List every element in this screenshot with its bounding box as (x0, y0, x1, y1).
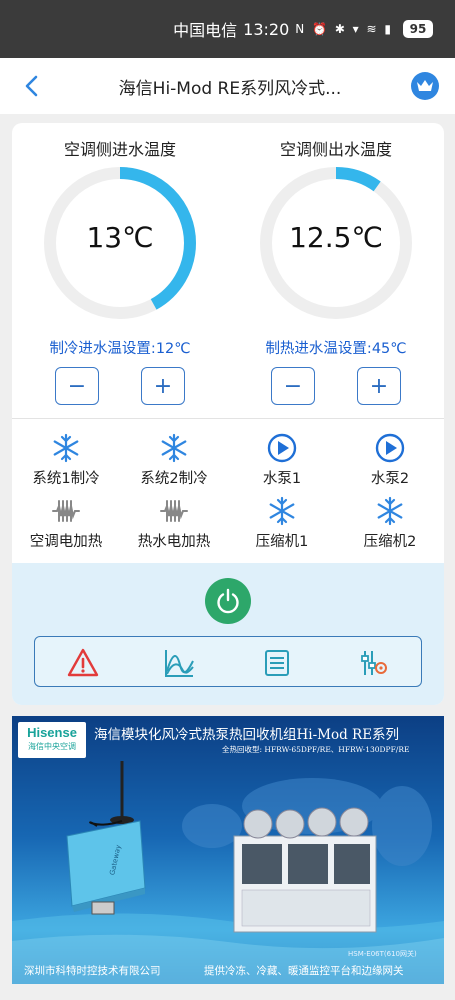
pump2-status: 水泵2 (336, 433, 444, 488)
banner-title: 海信模块化风冷式热泵热回收机组Hi-Mod RE系列 (94, 727, 400, 743)
hisense-logo: Hisense 海信中央空调 (18, 722, 86, 758)
system1-cooling-label: 系统1制冷 (32, 471, 100, 487)
ac-electric-heater-label: 空调电加热 (29, 534, 103, 550)
pump2-label: 水泵2 (370, 471, 410, 487)
brand-name: Hisense (27, 725, 77, 740)
status-bar: 中国电信 13:20 N ⏰ ✱ ▾ ≋ ▮ 95 (0, 0, 455, 58)
outlet-temp-title: 空调侧出水温度 (279, 140, 392, 159)
alarm-icon[interactable] (67, 647, 99, 679)
settings-sliders-icon[interactable] (357, 647, 389, 679)
system1-cooling-status: 系统1制冷 (12, 433, 120, 488)
control-panel (12, 563, 444, 705)
cooling-increase-button[interactable]: + (141, 367, 185, 405)
heater-icon (160, 500, 188, 522)
snowflake-icon (161, 433, 187, 463)
compressor2-label: 压缩机2 (363, 534, 417, 550)
product-banner[interactable]: Hisense 海信中央空调 海信模块化风冷式热泵热回收机组Hi-Mod RE系… (12, 716, 444, 984)
brand-subtitle: 海信中央空调 (28, 742, 76, 751)
snowflake-icon (53, 433, 79, 463)
cooling-decrease-button[interactable]: − (55, 367, 99, 405)
main-panel: 空调侧进水温度 13℃ 空调侧出水温度 12.5℃ 制冷进水温设置:12℃ 制热… (12, 123, 444, 705)
divider (12, 418, 444, 419)
compressor1-status: 压缩机1 (228, 496, 336, 551)
inlet-temp-value: 13℃ (86, 221, 154, 254)
cooling-setpoint: 制冷进水温设置:12℃ (49, 341, 191, 357)
inlet-temp-title: 空调侧进水温度 (63, 140, 176, 159)
pump-play-icon (267, 433, 297, 463)
heating-setpoint: 制热进水温设置:45℃ (265, 341, 407, 357)
pump1-status: 水泵1 (228, 433, 336, 488)
power-icon (217, 588, 239, 614)
time-label: 13:20 (243, 19, 290, 39)
battery-icon: 95 (403, 20, 433, 38)
nav-bar: 海信Hi-Mod RE系列风冷式... (0, 58, 455, 114)
system2-cooling-label: 系统2制冷 (140, 471, 208, 487)
carrier-label: 中国电信 (173, 21, 238, 40)
page-title: 海信Hi-Mod RE系列风冷式... (118, 79, 342, 99)
banner-company: 深圳市科特时控技术有限公司 (24, 965, 161, 977)
banner-services: 提供冷冻、冷藏、暖通监控平台和边缘网关 (204, 965, 404, 977)
water-electric-heater-label: 热水电加热 (137, 534, 211, 550)
power-button[interactable] (205, 578, 251, 624)
heater-icon (52, 500, 80, 522)
model-tag: HSM-E06T(610网关) (348, 950, 417, 958)
water-electric-heater-status: 热水电加热 (120, 496, 228, 551)
compressor2-status: 压缩机2 (336, 496, 444, 551)
heating-increase-button[interactable]: + (357, 367, 401, 405)
back-arrow-icon[interactable] (22, 74, 42, 98)
ac-electric-heater-status: 空调电加热 (12, 496, 120, 551)
system2-cooling-status: 系统2制冷 (120, 433, 228, 488)
pump1-label: 水泵1 (262, 471, 302, 487)
status-icons: N ⏰ ✱ ▾ ≋ ▮ (295, 22, 393, 36)
chart-icon[interactable] (163, 647, 195, 679)
toolbar (34, 636, 422, 687)
outlet-temp-value: 12.5℃ (289, 221, 383, 254)
snowflake-icon (269, 496, 295, 526)
compressor1-label: 压缩机1 (255, 534, 309, 550)
list-icon[interactable] (261, 647, 293, 679)
heating-decrease-button[interactable]: − (271, 367, 315, 405)
crown-icon[interactable] (411, 72, 439, 100)
snowflake-icon (377, 496, 403, 526)
pump-play-icon (375, 433, 405, 463)
banner-subtitle: 全热回收型: HFRW-65DPF/RE、HFRW-130DPF/RE (222, 745, 410, 754)
